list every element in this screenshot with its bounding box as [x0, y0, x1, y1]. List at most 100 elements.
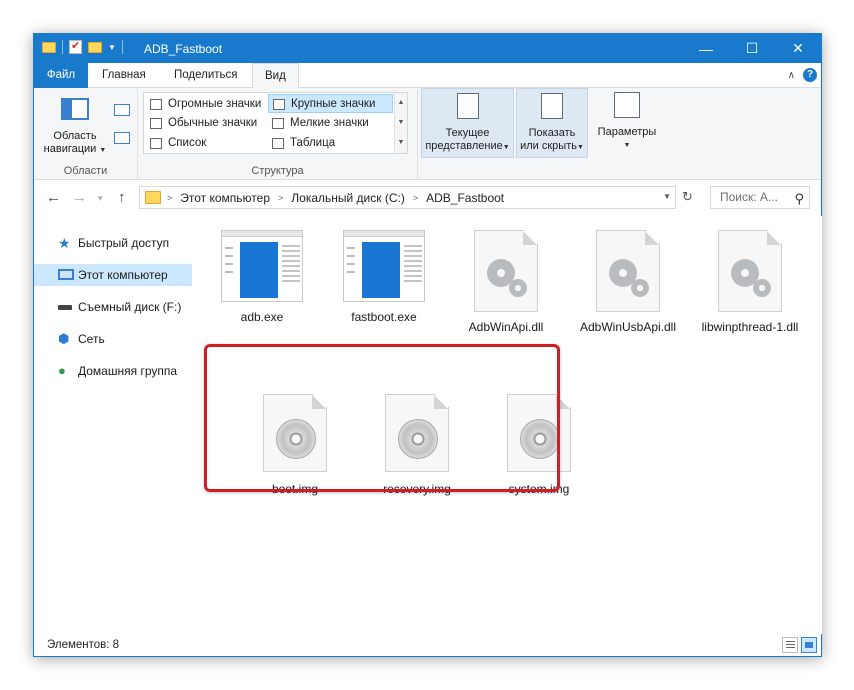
properties-icon[interactable] [69, 39, 82, 54]
refresh-button[interactable]: ↻ [682, 189, 693, 205]
current-view-button[interactable]: Текущее представление▼ [421, 88, 514, 158]
dll-icon [596, 230, 660, 312]
options-icon [614, 92, 640, 118]
computer-icon [58, 269, 74, 280]
extra-large-icons-icon [150, 99, 162, 110]
show-hide-icon [541, 93, 563, 119]
layout-small-icons[interactable]: Мелкие значки [268, 114, 393, 133]
tab-view[interactable]: Вид [252, 63, 299, 89]
file-item[interactable]: AdbWinUsbApi.dll [573, 230, 683, 334]
nav-item-network[interactable]: ⬢ Сеть [34, 328, 192, 350]
file-name: adb.exe [240, 310, 284, 324]
recent-locations-dropdown[interactable]: ▾ [98, 193, 103, 204]
large-icons-view-toggle[interactable] [801, 637, 817, 653]
group-layout: Огромные значки Крупные значки Обычные з… [138, 88, 418, 180]
folder-icon [42, 41, 56, 53]
network-icon: ⬢ [58, 331, 70, 346]
small-icons-icon [272, 118, 284, 129]
layout-details[interactable]: Таблица [268, 134, 393, 153]
dll-icon [718, 230, 782, 312]
chevron-right-icon[interactable]: > [413, 193, 418, 203]
explorer-window: ▼ ADB_Fastboot — ☐ ✕ Файл Главная Подели… [33, 33, 822, 657]
window-controls: — ☐ ✕ [683, 34, 821, 63]
tab-file[interactable]: Файл [34, 63, 88, 88]
file-item[interactable]: libwinpthread-1.dll [695, 230, 805, 334]
details-view-toggle[interactable] [782, 637, 798, 653]
address-history-dropdown[interactable]: ▼ [663, 192, 671, 201]
window-title: ADB_Fastboot [144, 42, 223, 56]
address-bar[interactable]: > Этот компьютер > Локальный диск (C:) >… [139, 186, 676, 209]
nav-item-removable-disk[interactable]: Съемный диск (F:) [34, 296, 192, 318]
navigation-pane: ★ Быстрый доступ Этот компьютер Съемный д… [34, 216, 194, 634]
layout-gallery-scroller[interactable]: ▲ ▼ ▼ [394, 93, 407, 153]
status-bar: Элементов: 8 [34, 634, 821, 657]
file-item[interactable]: adb.exe [207, 230, 317, 324]
search-input[interactable]: Поиск: А... ⚲ [710, 186, 810, 209]
collapse-ribbon-icon[interactable]: ∧ [788, 70, 795, 81]
details-pane-icon[interactable] [114, 132, 130, 144]
help-icon[interactable]: ? [803, 68, 817, 82]
chevron-down-icon: ▼ [623, 142, 631, 149]
navigation-pane-button[interactable]: Область навигации ▼ [41, 92, 109, 157]
options-button[interactable]: Параметры ▼ [592, 88, 662, 158]
nav-item-homegroup[interactable]: ● Домашняя группа [34, 360, 192, 382]
file-name: libwinpthread-1.dll [701, 320, 799, 334]
chevron-right-icon[interactable]: > [167, 193, 172, 203]
current-view-icon [456, 93, 479, 119]
layout-large-icons[interactable]: Крупные значки [268, 94, 393, 113]
ribbon-tabs: Файл Главная Поделиться Вид ∧ ? [34, 63, 821, 89]
chevron-down-icon: ▼ [502, 144, 510, 151]
layout-gallery: Огромные значки Крупные значки Обычные з… [143, 92, 408, 154]
breadcrumb-adb-fastboot[interactable]: ADB_Fastboot [426, 191, 504, 205]
chevron-up-icon[interactable]: ▲ [395, 93, 407, 113]
minimize-button[interactable]: — [683, 34, 729, 63]
forward-button[interactable]: → [72, 189, 87, 206]
file-item[interactable]: fastboot.exe [329, 230, 439, 324]
list-icon [150, 138, 162, 149]
medium-icons-icon [150, 118, 162, 129]
search-icon: ⚲ [794, 191, 804, 206]
file-name: AdbWinUsbApi.dll [579, 320, 677, 334]
address-bar-row: ← → ▾ ↑ > Этот компьютер > Локальный дис… [34, 180, 821, 216]
up-button[interactable]: ↑ [118, 189, 126, 206]
group-panes: Область навигации ▼ Области [34, 88, 138, 180]
file-name: fastboot.exe [351, 310, 417, 324]
quick-access-toolbar: ▼ [42, 39, 123, 54]
customize-qat-dropdown-icon[interactable]: ▼ [108, 43, 116, 52]
gallery-more-icon[interactable]: ▼ [395, 133, 407, 153]
title-bar: ▼ ADB_Fastboot — ☐ ✕ [34, 34, 821, 63]
file-name: AdbWinApi.dll [468, 320, 544, 334]
items-count: Элементов: 8 [47, 639, 120, 651]
layout-list[interactable]: Список [146, 134, 268, 153]
breadcrumb-local-disk[interactable]: Локальный диск (C:) [291, 191, 405, 205]
new-folder-icon[interactable] [88, 41, 102, 53]
exe-icon [221, 230, 303, 302]
dll-icon [474, 230, 538, 312]
nav-item-quick-access[interactable]: ★ Быстрый доступ [34, 232, 192, 254]
chevron-right-icon[interactable]: > [278, 193, 283, 203]
chevron-down-icon[interactable]: ▼ [395, 113, 407, 133]
details-icon [272, 138, 284, 149]
chevron-down-icon: ▼ [99, 147, 107, 154]
layout-extra-large-icons[interactable]: Огромные значки [146, 95, 268, 114]
back-button[interactable]: ← [46, 189, 61, 206]
show-hide-button[interactable]: Показать или скрыть▼ [516, 88, 588, 158]
large-icons-icon [273, 99, 285, 110]
highlight-frame [204, 344, 560, 492]
maximize-button[interactable]: ☐ [729, 34, 775, 63]
navigation-pane-icon [61, 98, 89, 120]
nav-item-this-pc[interactable]: Этот компьютер [34, 264, 192, 286]
drive-icon [58, 305, 72, 310]
homegroup-icon: ● [58, 363, 66, 378]
tab-share[interactable]: Поделиться [162, 63, 250, 88]
file-item[interactable]: AdbWinApi.dll [451, 230, 561, 334]
star-icon: ★ [58, 235, 71, 251]
layout-medium-icons[interactable]: Обычные значки [146, 114, 268, 133]
tab-home[interactable]: Главная [90, 63, 158, 88]
chevron-down-icon: ▼ [576, 144, 584, 151]
breadcrumb-this-pc[interactable]: Этот компьютер [180, 191, 270, 205]
folder-icon [145, 191, 161, 204]
preview-pane-icon[interactable] [114, 104, 130, 116]
ribbon-view: Область навигации ▼ Области Огромные зна… [34, 88, 821, 180]
close-button[interactable]: ✕ [775, 34, 821, 63]
